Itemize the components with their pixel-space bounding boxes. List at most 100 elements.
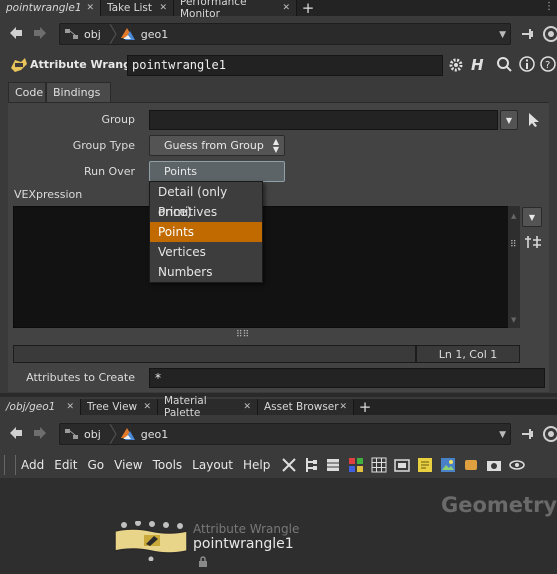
run-over-label: Run Over: [83, 165, 135, 178]
tab-performance-monitor[interactable]: Performance Monitor ✕: [174, 0, 297, 20]
path-field[interactable]: obj geo1 ▼: [59, 23, 511, 45]
group-field[interactable]: [149, 110, 498, 130]
tab-label: Take List: [107, 2, 152, 14]
group-type-menu[interactable]: Guess from Group ▲ ▼: [149, 135, 285, 156]
help-icon[interactable]: ?: [540, 56, 556, 73]
tab-bindings[interactable]: Bindings: [46, 82, 111, 102]
editor-scrollbar[interactable]: ▲ ▼: [508, 206, 520, 328]
grid-icon[interactable]: [371, 457, 387, 473]
color-palette-icon[interactable]: [348, 457, 364, 473]
info-icon[interactable]: [519, 56, 535, 73]
close-icon[interactable]: ✕: [66, 402, 74, 412]
cursor-position: Ln 1, Col 1: [416, 345, 520, 363]
tab-label: Tree View: [87, 401, 138, 413]
menu-tools[interactable]: Tools: [148, 458, 188, 472]
dots-icon[interactable]: [463, 457, 479, 473]
chevron-down-icon[interactable]: ▼: [499, 430, 506, 440]
tab-tree-view[interactable]: Tree View ✕: [81, 399, 158, 415]
node-pointwrangle1[interactable]: [111, 520, 193, 562]
pane-menu-icon[interactable]: ⋮: [544, 1, 554, 12]
close-icon[interactable]: ✕: [282, 3, 290, 13]
group-dropdown-button[interactable]: ▼: [500, 110, 518, 130]
tree-icon[interactable]: [304, 457, 318, 473]
attributes-to-create-field[interactable]: *: [149, 368, 545, 388]
parameter-header: Attribute Wrangle pointwrangle1 H ?: [0, 52, 557, 79]
top-path-bar: obj geo1 ▼: [0, 18, 557, 50]
menu-layout[interactable]: Layout: [187, 458, 238, 472]
geometry-icon: [120, 428, 135, 440]
create-spare-parm-icon[interactable]: [524, 234, 542, 250]
updown-icon: ▲ ▼: [272, 137, 279, 154]
run-over-menu[interactable]: Points: [149, 161, 285, 182]
close-icon[interactable]: ✕: [86, 3, 94, 13]
back-arrow-icon[interactable]: [9, 426, 23, 440]
run-over-option-numbers[interactable]: Numbers: [150, 262, 262, 282]
help-h-icon[interactable]: H: [471, 56, 484, 74]
run-over-option-points[interactable]: Points: [150, 222, 262, 242]
add-tab-icon[interactable]: +: [297, 0, 319, 17]
tab-label: pointwrangle1: [6, 2, 82, 14]
pane-splitter[interactable]: [0, 393, 557, 397]
path-segment-geo1[interactable]: geo1: [137, 24, 176, 44]
scroll-down-icon[interactable]: ▼: [511, 316, 516, 324]
tab-code[interactable]: Code: [8, 82, 46, 102]
search-icon[interactable]: [496, 56, 513, 73]
forward-arrow-icon[interactable]: [33, 426, 47, 440]
resize-grip-icon[interactable]: ⠿: [510, 240, 517, 250]
run-over-option-detail[interactable]: Detail (only once): [150, 182, 262, 219]
path-segment-obj[interactable]: obj: [80, 24, 109, 44]
vex-code-editor[interactable]: [13, 206, 519, 328]
node-name-caption[interactable]: pointwrangle1: [193, 536, 294, 552]
pin-icon[interactable]: [520, 427, 536, 441]
menu-help[interactable]: Help: [238, 458, 275, 472]
tab-material-palette[interactable]: Material Palette ✕: [158, 395, 258, 419]
network-box-icon[interactable]: [394, 457, 411, 473]
gear-icon[interactable]: [447, 56, 465, 74]
run-over-option-primitives[interactable]: Primitives: [150, 202, 262, 222]
tab-pointwrangle1[interactable]: pointwrangle1 ✕: [0, 0, 101, 16]
tab-obj-geo1[interactable]: /obj/geo1 ✕: [0, 399, 81, 415]
path-segment-geo1[interactable]: geo1: [137, 424, 176, 444]
tab-take-list[interactable]: Take List ✕: [101, 0, 174, 16]
eye-icon[interactable]: [509, 457, 526, 473]
close-icon[interactable]: ✕: [143, 402, 151, 412]
bottom-pane-tabbar: /obj/geo1 ✕ Tree View ✕ Material Palette…: [0, 395, 557, 419]
editor-resize-handle-icon[interactable]: ⠿⠿: [236, 330, 249, 340]
menu-go[interactable]: Go: [82, 458, 109, 472]
chevron-down-icon: ▼: [528, 212, 536, 222]
back-arrow-icon[interactable]: [9, 26, 23, 40]
list-icon[interactable]: [325, 457, 341, 473]
path-field[interactable]: obj geo1 ▼: [59, 423, 511, 445]
camera-icon[interactable]: [486, 457, 502, 473]
pin-icon[interactable]: [520, 27, 536, 41]
editor-status-field: [13, 345, 416, 363]
tab-label: Asset Browser: [264, 401, 339, 413]
menu-edit[interactable]: Edit: [49, 458, 82, 472]
select-arrow-icon[interactable]: [527, 112, 541, 128]
run-over-option-vertices[interactable]: Vertices: [150, 242, 262, 262]
tab-label: /obj/geo1: [6, 401, 56, 413]
svg-text:?: ?: [545, 60, 550, 71]
tab-asset-browser[interactable]: Asset Browser ✕: [258, 399, 354, 415]
close-icon[interactable]: ✕: [159, 3, 167, 13]
group-type-label: Group Type: [72, 139, 135, 152]
editor-menu-button[interactable]: ▼: [522, 207, 542, 227]
image-icon[interactable]: [440, 457, 456, 473]
group-type-value: Guess from Group: [164, 139, 264, 152]
path-segment-obj[interactable]: obj: [80, 424, 109, 444]
forward-arrow-icon[interactable]: [33, 26, 47, 40]
link-icon[interactable]: [542, 425, 557, 443]
scroll-up-icon[interactable]: ▲: [511, 212, 516, 220]
tools-icon[interactable]: [281, 457, 297, 473]
menu-add[interactable]: Add: [16, 458, 49, 472]
node-type-caption: Attribute Wrangle: [193, 522, 300, 536]
sticky-note-icon[interactable]: [417, 457, 433, 473]
wrangle-node-shape: [114, 520, 188, 562]
link-icon[interactable]: [542, 25, 557, 43]
close-icon[interactable]: ✕: [243, 402, 251, 412]
add-tab-icon[interactable]: +: [354, 398, 376, 416]
menu-view[interactable]: View: [109, 458, 147, 472]
close-icon[interactable]: ✕: [339, 402, 347, 412]
chevron-down-icon[interactable]: ▼: [499, 30, 506, 40]
node-name-field[interactable]: pointwrangle1: [127, 55, 443, 76]
